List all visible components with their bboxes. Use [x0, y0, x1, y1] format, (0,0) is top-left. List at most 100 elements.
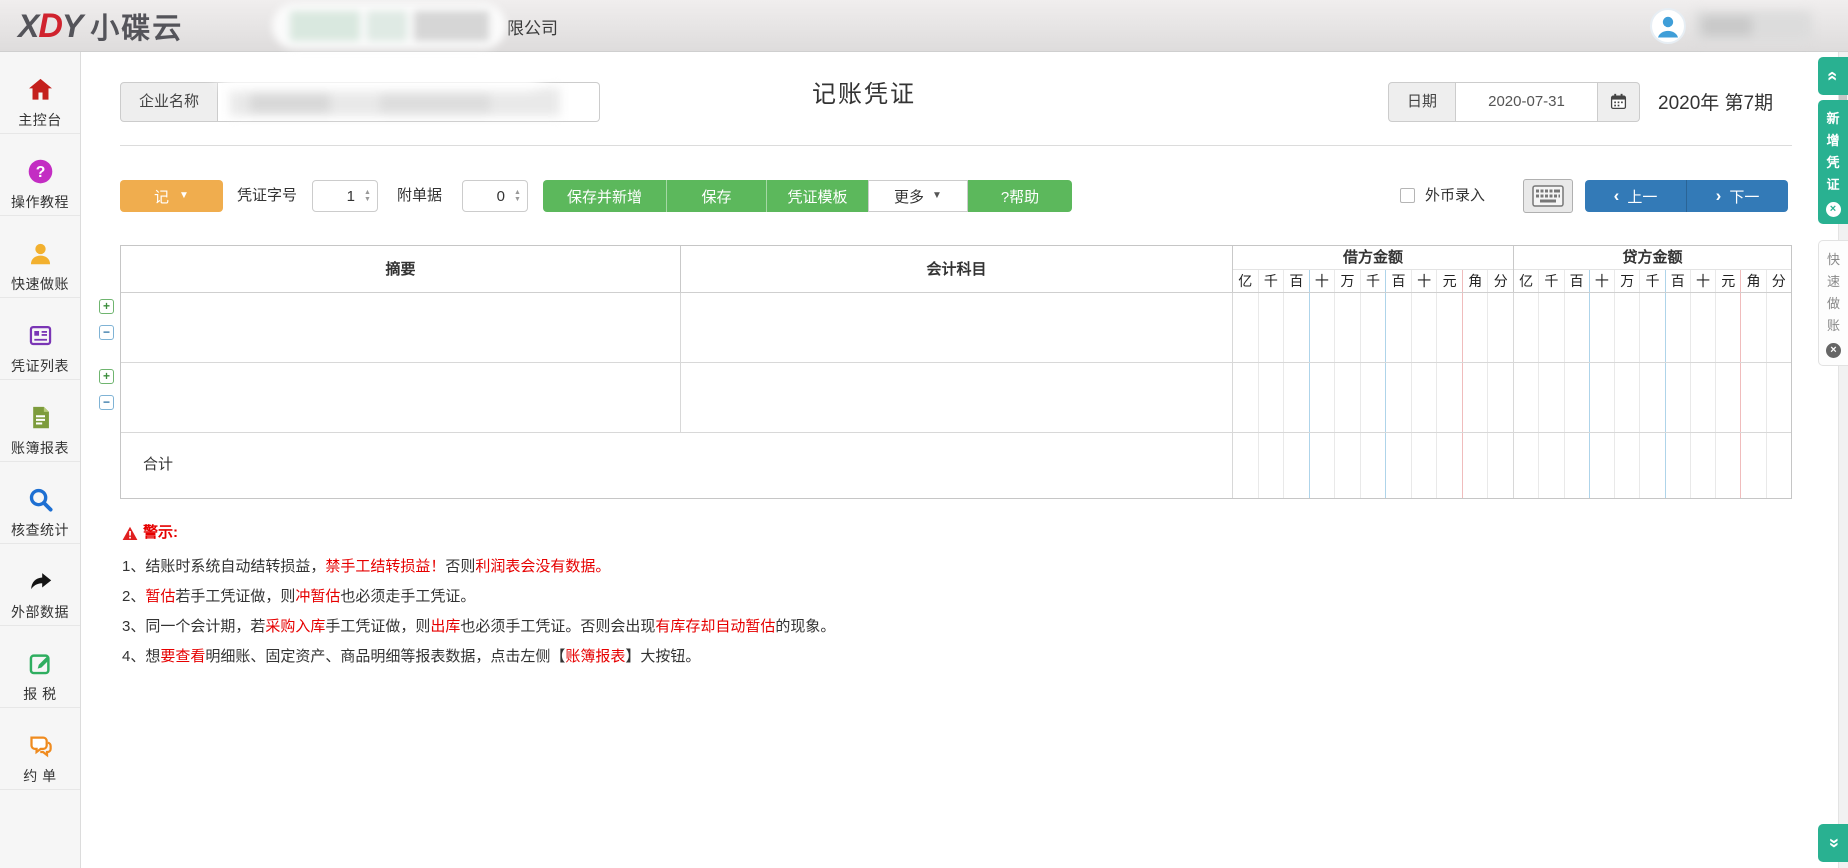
digit-col-百-6[interactable] [1386, 363, 1412, 432]
digit-col-万-4[interactable] [1615, 363, 1640, 432]
digit-col-十-7[interactable] [1691, 293, 1716, 362]
new-voucher-tab[interactable]: 新增凭证 × [1818, 100, 1848, 224]
calendar-icon[interactable] [1598, 82, 1640, 122]
digit-col-十-7[interactable] [1412, 363, 1438, 432]
digit-col-千-1[interactable] [1259, 293, 1285, 362]
digit-col-十-3[interactable] [1590, 293, 1615, 362]
account-cell[interactable] [681, 363, 1233, 432]
credit-amount-cell[interactable] [1514, 363, 1791, 432]
foreign-currency-checkbox[interactable] [1400, 188, 1415, 203]
plus-icon[interactable]: + [99, 369, 114, 384]
digit-col-百-2[interactable] [1284, 293, 1310, 362]
digit-col-百-6[interactable] [1666, 293, 1691, 362]
digit-col-亿-0[interactable] [1233, 363, 1259, 432]
digit-col-角-9[interactable] [1741, 293, 1766, 362]
digit-col-分-10[interactable] [1488, 363, 1513, 432]
voucher-no-stepper[interactable]: 1 ▲▼ [312, 180, 378, 212]
digit-col-百-6[interactable] [1386, 293, 1412, 362]
user-avatar-icon[interactable] [1650, 8, 1686, 44]
sidebar-item-ledger-reports[interactable]: 账簿报表 [0, 380, 80, 462]
digit-col-分-10[interactable] [1488, 293, 1513, 362]
debit-amount-cell[interactable] [1233, 363, 1514, 432]
digit-col-千-1[interactable] [1539, 293, 1564, 362]
digit-col-亿-0[interactable] [1233, 293, 1259, 362]
digit-col-千-5[interactable] [1361, 293, 1387, 362]
digit-col-百-6[interactable] [1666, 363, 1691, 432]
digit-col-千-5[interactable] [1640, 293, 1665, 362]
close-icon[interactable]: × [1826, 202, 1841, 217]
digit-col-百-2[interactable] [1284, 363, 1310, 432]
page-title: 记账凭证 [812, 74, 916, 109]
close-icon[interactable]: × [1826, 343, 1841, 358]
sidebar-item-orders[interactable]: 约 单 [0, 708, 80, 790]
sidebar-item-external-data[interactable]: 外部数据 [0, 544, 80, 626]
sidebar-item-audit-stats[interactable]: 核查统计 [0, 462, 80, 544]
minus-icon[interactable]: − [99, 325, 114, 340]
voucher-template-button[interactable]: 凭证模板 [767, 180, 868, 212]
digit-col-分-10[interactable] [1767, 363, 1791, 432]
digit-col-十-7[interactable] [1412, 293, 1438, 362]
quick-accounting-tab[interactable]: 快速做账 × [1818, 240, 1848, 366]
plus-icon[interactable]: + [99, 299, 114, 314]
more-dropdown[interactable]: 更多 ▼ [868, 180, 968, 212]
digit-col-百-2: 百 [1284, 270, 1310, 292]
digit-col-元-8[interactable] [1716, 293, 1741, 362]
digit-col-百-2 [1565, 433, 1590, 498]
keyboard-icon[interactable] [1523, 179, 1573, 213]
digit-col-元-8[interactable] [1437, 363, 1463, 432]
stepper-arrows[interactable]: ▲▼ [361, 189, 377, 203]
voucher-no-value: 1 [313, 188, 361, 205]
digit-col-十-7[interactable] [1691, 363, 1716, 432]
digit-col-千-5 [1640, 433, 1665, 498]
digit-col-亿-0[interactable] [1514, 293, 1539, 362]
digit-col-千-1[interactable] [1539, 363, 1564, 432]
sidebar-item-label: 外部数据 [0, 602, 80, 622]
credit-amount-cell[interactable] [1514, 293, 1791, 362]
col-summary: 摘要 [121, 246, 681, 292]
digit-col-千-5[interactable] [1361, 363, 1387, 432]
digit-col-万-4[interactable] [1615, 293, 1640, 362]
help-button[interactable]: ?帮助 [968, 180, 1072, 212]
digit-col-千-5[interactable] [1640, 363, 1665, 432]
previous-voucher-button[interactable]: ‹ 上一 [1585, 180, 1687, 212]
attachments-stepper[interactable]: 0 ▲▼ [462, 180, 528, 212]
sidebar-item-voucher-list[interactable]: 凭证列表 [0, 298, 80, 380]
sidebar-item-dashboard[interactable]: 主控台 [0, 52, 80, 134]
stepper-arrows[interactable]: ▲▼ [511, 189, 527, 203]
sidebar-item-tutorial[interactable]: ? 操作教程 [0, 134, 80, 216]
digit-col-分-10[interactable] [1767, 293, 1791, 362]
digit-col-十-3[interactable] [1310, 363, 1336, 432]
save-and-new-button[interactable]: 保存并新增 [543, 180, 667, 212]
digit-col-万-4[interactable] [1335, 293, 1361, 362]
digit-col-亿-0[interactable] [1514, 363, 1539, 432]
question-icon: ? [0, 158, 80, 186]
collapse-up-button[interactable]: « [1818, 57, 1848, 95]
col-credit-group: 贷方金额 亿千百十万千百十元角分 [1514, 246, 1791, 292]
debit-amount-cell[interactable] [1233, 293, 1514, 362]
digit-col-角-9[interactable] [1463, 363, 1489, 432]
sidebar-item-quick-accounting[interactable]: 快速做账 [0, 216, 80, 298]
voucher-type-dropdown[interactable]: 记 ▼ [120, 180, 223, 212]
digit-col-十-3[interactable] [1590, 363, 1615, 432]
sidebar-item-label: 账簿报表 [0, 438, 80, 458]
summary-cell[interactable] [121, 363, 681, 432]
digit-col-角-9[interactable] [1463, 293, 1489, 362]
digit-col-角-9[interactable] [1741, 363, 1766, 432]
digit-col-千-1[interactable] [1259, 363, 1285, 432]
digit-col-十-3[interactable] [1310, 293, 1336, 362]
digit-col-百-6: 百 [1386, 270, 1412, 292]
save-button[interactable]: 保存 [667, 180, 767, 212]
digit-col-万-4[interactable] [1335, 363, 1361, 432]
date-input[interactable]: 2020-07-31 [1456, 82, 1598, 122]
digit-col-元-8[interactable] [1437, 293, 1463, 362]
summary-cell[interactable] [121, 293, 681, 362]
minus-icon[interactable]: − [99, 395, 114, 410]
digit-col-百-2[interactable] [1565, 363, 1590, 432]
collapse-down-button[interactable]: « [1818, 824, 1848, 862]
digit-col-元-8[interactable] [1716, 363, 1741, 432]
account-cell[interactable] [681, 293, 1233, 362]
redacted-company-input [230, 88, 560, 116]
digit-col-百-2[interactable] [1565, 293, 1590, 362]
sidebar-item-tax-filing[interactable]: 报 税 [0, 626, 80, 708]
next-voucher-button[interactable]: › 下一 [1687, 180, 1788, 212]
